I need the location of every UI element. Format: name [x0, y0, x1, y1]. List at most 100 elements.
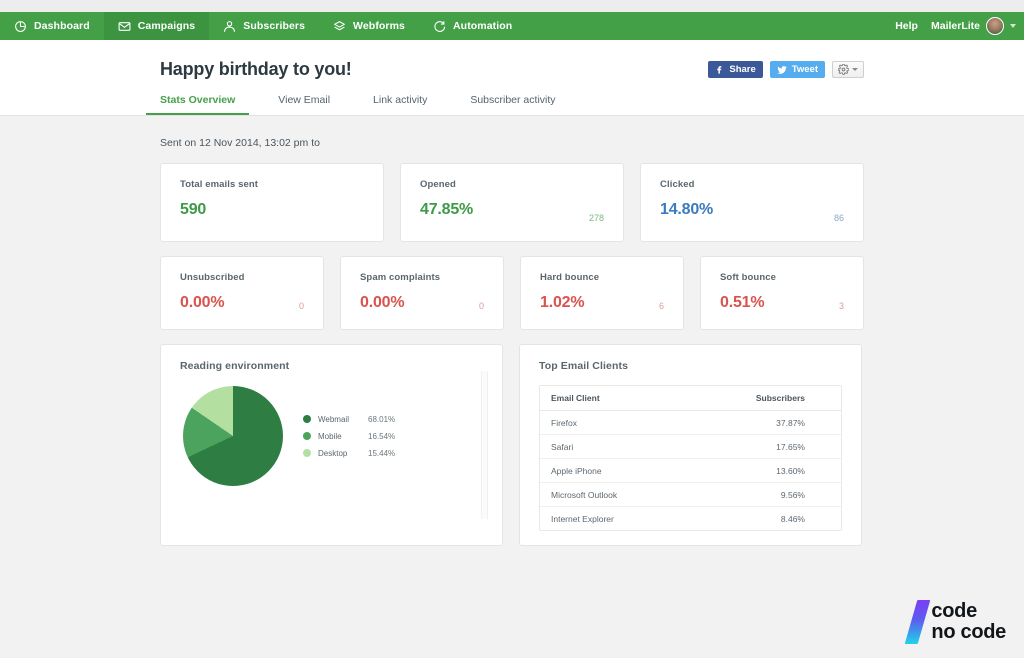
panels-row: Reading environment Webmail 68.01% Mobil…: [160, 344, 864, 546]
user-menu[interactable]: MailerLite: [931, 17, 1016, 35]
table-row: Microsoft Outlook 9.56%: [540, 482, 841, 507]
tab-subscriber-activity[interactable]: Subscriber activity: [470, 94, 555, 115]
top-email-clients-panel: Top Email Clients Email Client Subscribe…: [519, 344, 862, 546]
stat-value: 0.00%: [180, 294, 225, 311]
stat-count: 86: [833, 213, 844, 223]
tab-view-email[interactable]: View Email: [278, 94, 330, 115]
facebook-icon: [717, 66, 722, 74]
stat-label: Opened: [420, 179, 456, 190]
pie-chart: [183, 386, 283, 486]
column-header-email-client: Email Client: [540, 386, 684, 411]
header-actions: Share Tweet: [708, 61, 864, 78]
stat-card-soft-bounce: Soft bounce 0.51% 3: [700, 256, 864, 330]
stat-count: 278: [588, 213, 604, 223]
watermark-text: code no code: [931, 599, 1006, 644]
cell-subscribers: 8.46%: [780, 513, 805, 524]
twitter-icon: [777, 65, 787, 74]
nav-label: Campaigns: [137, 20, 196, 32]
refresh-icon: [433, 20, 446, 33]
stat-label: Hard bounce: [540, 272, 600, 283]
stats-tabs: Stats Overview View Email Link activity …: [145, 80, 864, 115]
app-page: Dashboard Campaigns Subscribers Webforms…: [0, 0, 1024, 658]
tab-stats-overview[interactable]: Stats Overview: [145, 94, 250, 115]
stat-value: 0.51%: [720, 294, 765, 311]
stat-card-hard-bounce: Hard bounce 1.02% 6: [520, 256, 684, 330]
stat-label: Spam complaints: [360, 272, 441, 283]
table-row: Apple iPhone 13.60%: [540, 458, 841, 483]
twitter-tweet-button[interactable]: Tweet: [769, 61, 825, 78]
nav-label: Dashboard: [34, 20, 90, 32]
stat-value: 14.80%: [660, 201, 714, 218]
legend-item: Webmail 68.01%: [303, 415, 395, 424]
main-content: Sent on 12 Nov 2014, 13:02 pm to Total e…: [0, 116, 1024, 546]
chevron-down-icon: [852, 68, 858, 71]
settings-dropdown-button[interactable]: [832, 61, 864, 78]
email-clients-table: Email Client Subscribers Firefox 37.87% …: [539, 385, 842, 531]
tab-link-activity[interactable]: Link activity: [373, 94, 427, 115]
stat-label: Clicked: [660, 179, 695, 190]
stat-value: 1.02%: [540, 294, 585, 311]
legend-value: 15.44%: [368, 448, 396, 458]
panel-title: Top Email Clients: [539, 360, 629, 372]
main-navigation: Dashboard Campaigns Subscribers Webforms…: [0, 12, 1024, 40]
reading-environment-chart: Webmail 68.01% Mobile 16.54% Desktop 15.…: [161, 372, 502, 486]
legend-swatch: [303, 415, 311, 423]
legend-item: Mobile 16.54%: [303, 432, 395, 441]
nav-item-subscribers[interactable]: Subscribers: [209, 12, 319, 40]
stat-count: 0: [478, 301, 484, 311]
nav-label: Automation: [453, 20, 513, 32]
cell-client: Firefox: [540, 410, 684, 435]
watermark-line-1: code: [931, 599, 977, 622]
stat-label: Soft bounce: [720, 272, 776, 283]
nav-right-group: Help MailerLite: [895, 12, 1016, 40]
cell-subscribers: 17.65%: [683, 434, 841, 459]
top-strip: [0, 0, 1024, 12]
stat-label: Total emails sent: [180, 179, 259, 190]
share-label: Share: [729, 64, 756, 75]
table-row: Safari 17.65%: [540, 434, 841, 459]
cell-client: Internet Explorer: [551, 513, 614, 524]
table-header-row: Email Client Subscribers: [540, 386, 841, 411]
nav-item-dashboard[interactable]: Dashboard: [0, 12, 104, 40]
watermark-line-2: no code: [931, 621, 1006, 643]
person-icon: [223, 20, 236, 33]
page-header: Happy birthday to you! Share Tweet Stats…: [0, 40, 1024, 116]
nav-label: Subscribers: [243, 20, 306, 32]
panel-scrollbar[interactable]: [481, 371, 488, 519]
chevron-down-icon: [1010, 24, 1016, 28]
stat-card-unsubscribed: Unsubscribed 0.00% 0: [160, 256, 324, 330]
nav-items: Dashboard Campaigns Subscribers Webforms…: [0, 12, 526, 40]
help-link[interactable]: Help: [895, 20, 918, 32]
cell-client: Microsoft Outlook: [540, 482, 684, 507]
stat-label: Unsubscribed: [180, 272, 245, 283]
table-row: Firefox 37.87%: [540, 410, 841, 435]
tweet-label: Tweet: [791, 64, 818, 75]
legend-label: Webmail: [318, 414, 349, 424]
stat-card-spam-complaints: Spam complaints 0.00% 0: [340, 256, 504, 330]
cell-subscribers: 9.56%: [683, 482, 841, 507]
primary-stats-row: Total emails sent 590 Opened 47.85% 278 …: [160, 163, 864, 242]
stat-value: 590: [180, 201, 207, 218]
pie-legend: Webmail 68.01% Mobile 16.54% Desktop 15.…: [303, 415, 395, 458]
stat-count: 3: [838, 301, 844, 311]
stat-count: 6: [658, 301, 664, 311]
secondary-stats-row: Unsubscribed 0.00% 0 Spam complaints 0.0…: [160, 256, 864, 330]
legend-swatch: [303, 432, 311, 440]
stat-value: 47.85%: [420, 201, 474, 218]
user-name: MailerLite: [930, 20, 980, 32]
watermark: code no code: [905, 599, 1006, 644]
legend-label: Desktop: [318, 448, 348, 458]
stat-value: 0.00%: [360, 294, 405, 311]
facebook-share-button[interactable]: Share: [708, 61, 763, 78]
legend-value: 16.54%: [368, 431, 396, 441]
legend-label: Mobile: [318, 431, 342, 441]
cell-subscribers: 13.60%: [683, 458, 841, 483]
nav-item-webforms[interactable]: Webforms: [319, 12, 419, 40]
nav-label: Webforms: [353, 20, 405, 32]
nav-item-campaigns[interactable]: Campaigns: [103, 12, 210, 40]
legend-swatch: [303, 449, 311, 457]
cell-client: Safari: [540, 434, 684, 459]
gear-icon: [838, 64, 849, 75]
pie-clock-icon: [14, 20, 27, 33]
nav-item-automation[interactable]: Automation: [419, 12, 526, 40]
